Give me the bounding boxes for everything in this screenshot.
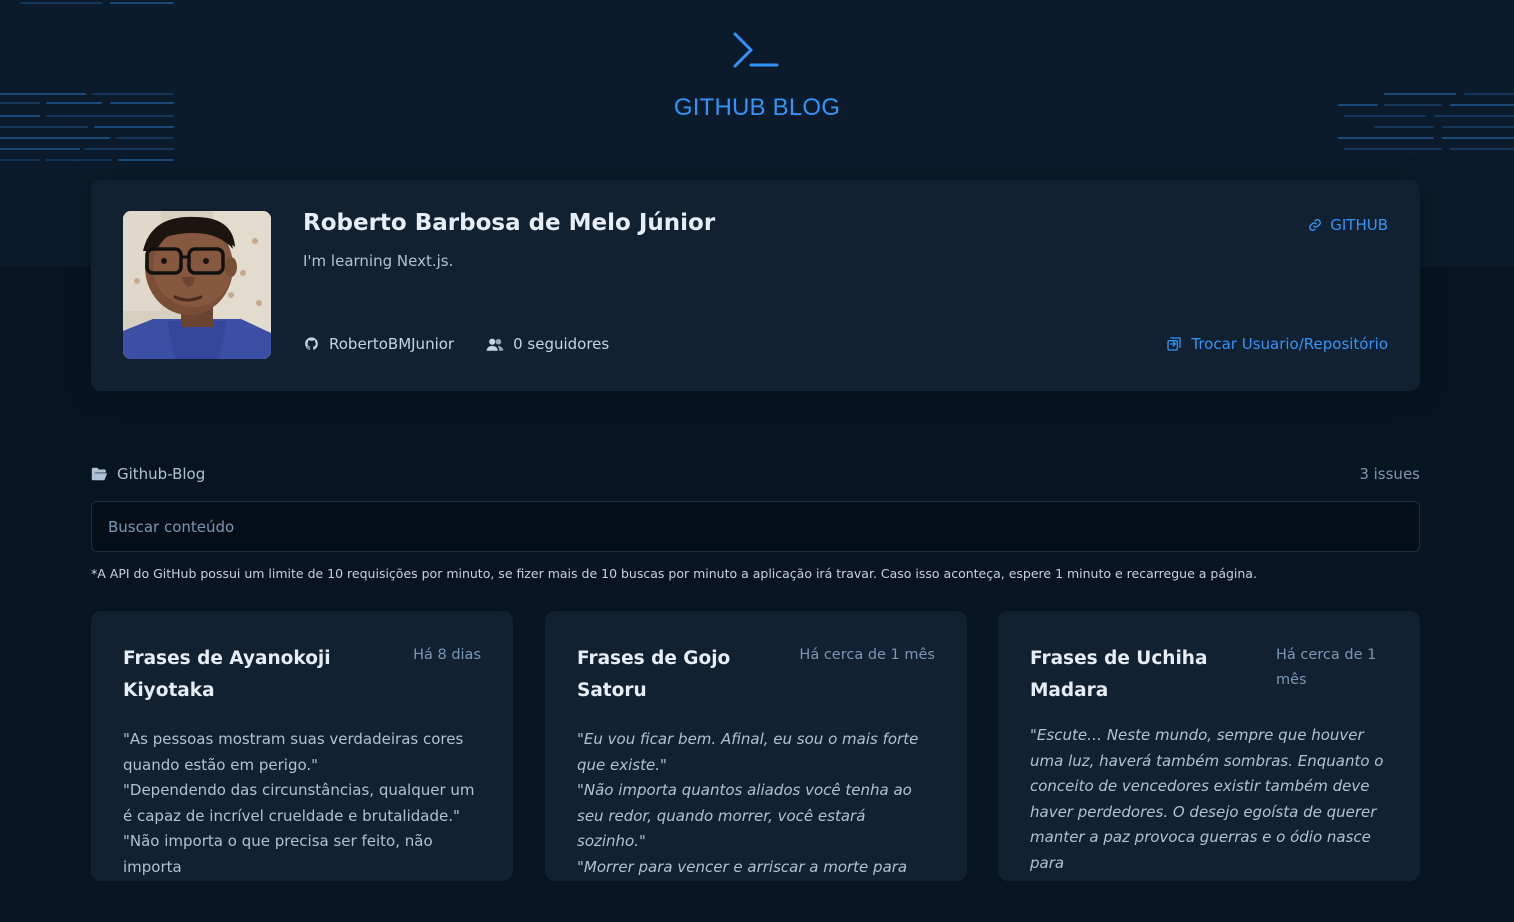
post-excerpt-line: "Dependendo das circunstâncias, qualquer…: [123, 781, 475, 825]
profile-card: Roberto Barbosa de Melo Júnior I'm learn…: [91, 180, 1420, 391]
profile-name: Roberto Barbosa de Melo Júnior: [303, 210, 716, 236]
post-excerpt: "As pessoas mostram suas verdadeiras cor…: [123, 727, 481, 881]
post-excerpt-line: "Eu vou ficar bem. Afinal, eu sou o mais…: [577, 730, 919, 774]
post-date: Há 8 dias: [413, 647, 481, 663]
repo-name-text: Github-Blog: [117, 465, 206, 483]
swap-link-label: Trocar Usuario/Repositório: [1191, 335, 1388, 353]
post-date: Há cerca de 1 mês: [799, 647, 935, 663]
post-excerpt-line: "Escute… Neste mundo, sempre que houver …: [1030, 726, 1384, 872]
swap-user-repo-link[interactable]: Trocar Usuario/Repositório: [1166, 335, 1388, 353]
folder-open-icon: [91, 467, 108, 481]
post-excerpt-line: "As pessoas mostram suas verdadeiras cor…: [123, 730, 464, 774]
post-excerpt-line: "Morrer para vencer e arriscar a morte p…: [577, 857, 908, 876]
users-icon: [486, 338, 504, 351]
header-decoration-right: [1334, 0, 1514, 170]
post-excerpt-line: "Não importa quantos aliados você tenha …: [577, 781, 912, 851]
github-icon: [305, 336, 318, 350]
username-text: RobertoBMJunior: [329, 335, 455, 353]
post-card[interactable]: Frases de Uchiha Madara Há cerca de 1 mê…: [998, 611, 1420, 881]
post-card[interactable]: Frases de Gojo Satoru Há cerca de 1 mês …: [545, 611, 967, 881]
post-title: Frases de Uchiha Madara: [1030, 648, 1208, 701]
repo-name: Github-Blog: [91, 465, 205, 483]
header-decoration-left: [0, 0, 180, 170]
post-date: Há cerca de 1 mês: [1276, 647, 1377, 688]
api-limit-note: *A API do GitHub possui um limite de 10 …: [91, 566, 1257, 581]
profile-username: RobertoBMJunior: [303, 335, 454, 353]
link-icon: [1309, 219, 1322, 231]
post-title: Frases de Gojo Satoru: [577, 648, 731, 701]
profile-bio: I'm learning Next.js.: [303, 252, 454, 270]
post-excerpt: "Escute… Neste mundo, sempre que houver …: [1030, 723, 1388, 877]
github-link[interactable]: GITHUB: [1308, 216, 1388, 234]
terminal-prompt-icon: [733, 32, 779, 68]
search-input[interactable]: [91, 501, 1420, 552]
github-link-label: GITHUB: [1330, 216, 1388, 234]
repo-row: Github-Blog 3 issues: [91, 465, 1420, 483]
avatar: [123, 211, 271, 359]
followers-text: 0 seguidores: [513, 335, 610, 353]
profile-meta: RobertoBMJunior 0 seguidores: [303, 335, 641, 353]
post-title: Frases de Ayanokoji Kiyotaka: [123, 648, 331, 701]
issues-count: 3 issues: [1359, 465, 1420, 483]
brand-title: GITHUB BLOG: [673, 94, 841, 121]
post-card[interactable]: Frases de Ayanokoji Kiyotaka Há 8 dias "…: [91, 611, 513, 881]
post-excerpt-line: "Não importa o que precisa ser feito, nã…: [123, 832, 433, 876]
post-excerpt: "Eu vou ficar bem. Afinal, eu sou o mais…: [577, 727, 935, 881]
swap-icon: [1167, 337, 1182, 351]
profile-followers: 0 seguidores: [486, 335, 609, 353]
